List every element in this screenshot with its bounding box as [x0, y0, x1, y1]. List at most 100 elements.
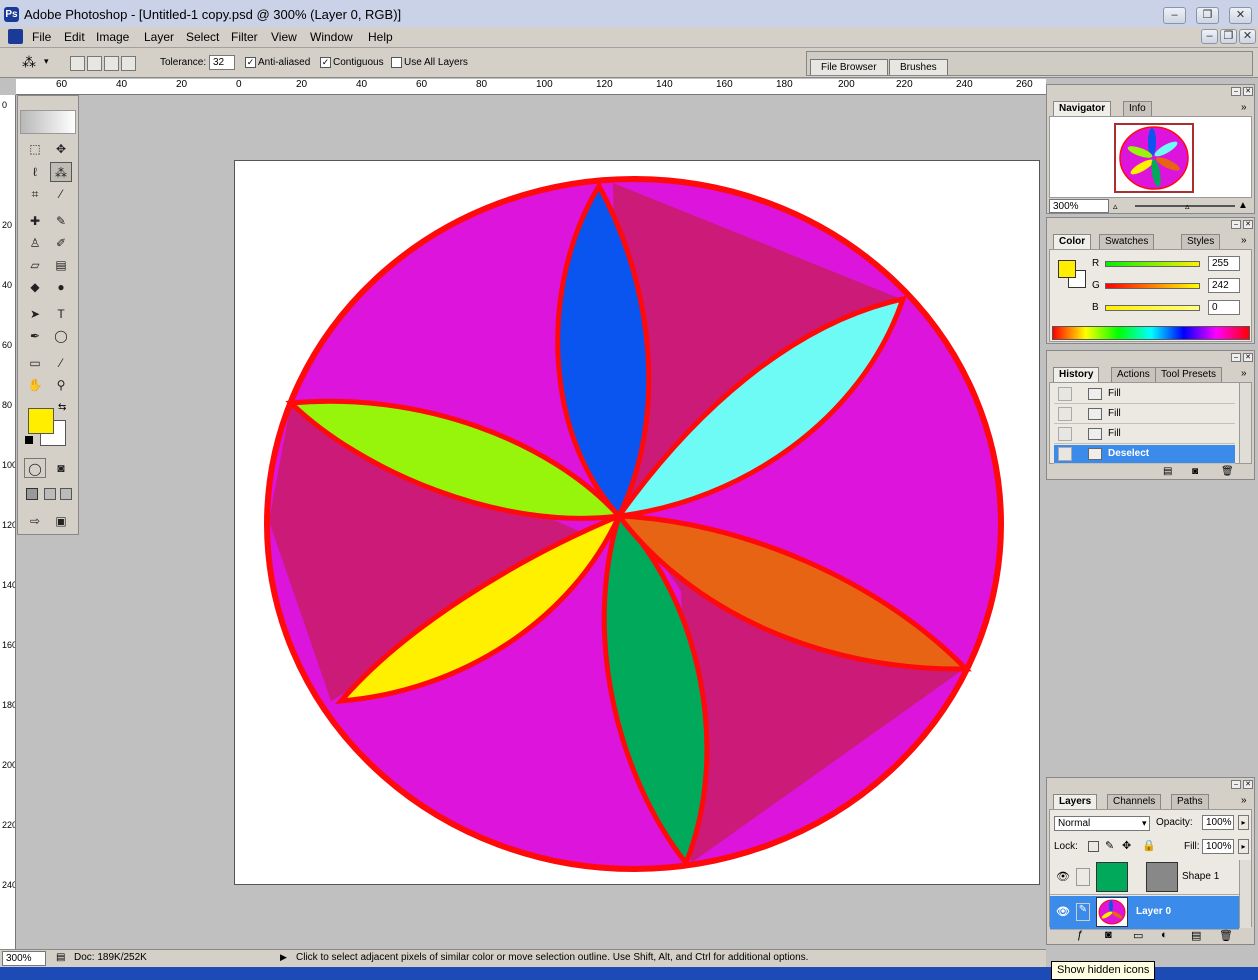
palette-close-icon[interactable]: ✕: [1243, 87, 1253, 96]
add-mask-icon[interactable]: ◙: [1105, 929, 1112, 941]
contiguous-checkbox[interactable]: ✓: [320, 57, 331, 68]
layer-row-layer-0[interactable]: 👁 ✎ Layer 0: [1050, 896, 1239, 930]
adjustment-layer-icon[interactable]: ◐: [1161, 929, 1168, 941]
doc-minimize-button[interactable]: –: [1201, 29, 1218, 44]
menu-view[interactable]: View: [271, 30, 297, 44]
palette-minimize-icon[interactable]: –: [1231, 353, 1241, 362]
color-foreground-swatch[interactable]: [1058, 260, 1076, 278]
intersect-selection-button[interactable]: [121, 56, 136, 71]
status-menu-arrow-icon[interactable]: ▶: [280, 952, 287, 963]
palette-minimize-icon[interactable]: –: [1231, 780, 1241, 789]
imageready-icon[interactable]: ▣: [50, 511, 72, 531]
new-group-icon[interactable]: ▭: [1133, 929, 1143, 942]
menu-filter[interactable]: Filter: [231, 30, 258, 44]
fill-input[interactable]: 100%: [1202, 839, 1234, 854]
palette-close-icon[interactable]: ✕: [1243, 780, 1253, 789]
eyedropper-tool-icon[interactable]: ⁄: [50, 353, 72, 373]
layers-scrollbar[interactable]: [1239, 860, 1251, 928]
lock-all-icon[interactable]: 🔒: [1142, 839, 1156, 852]
green-value-input[interactable]: 242: [1208, 278, 1240, 293]
blend-mode-dropdown-icon[interactable]: ▾: [1142, 818, 1147, 829]
palette-menu-icon[interactable]: »: [1241, 368, 1247, 379]
standard-mode-icon[interactable]: ◯: [24, 458, 46, 478]
lock-position-icon[interactable]: ✥: [1122, 839, 1131, 852]
palette-minimize-icon[interactable]: –: [1231, 87, 1241, 96]
tolerance-input[interactable]: 32: [209, 55, 235, 70]
dodge-tool-icon[interactable]: ●: [50, 277, 72, 297]
zoom-out-icon[interactable]: ▵: [1113, 201, 1118, 212]
tab-history[interactable]: History: [1053, 367, 1100, 382]
navigator-thumbnail[interactable]: [1114, 123, 1194, 193]
menu-select[interactable]: Select: [186, 30, 219, 44]
standard-screen-mode-icon[interactable]: [26, 488, 38, 500]
opacity-slider-button[interactable]: ▸: [1238, 815, 1249, 830]
menu-image[interactable]: Image: [96, 30, 129, 44]
magic-wand-tool-icon[interactable]: ⁂: [50, 162, 72, 182]
opacity-input[interactable]: 100%: [1202, 815, 1234, 830]
history-item[interactable]: Fill: [1054, 425, 1235, 444]
menu-file[interactable]: File: [32, 30, 51, 44]
tab-navigator[interactable]: Navigator: [1053, 101, 1112, 116]
history-item-selected[interactable]: Deselect: [1054, 445, 1235, 464]
blend-mode-select[interactable]: Normal: [1054, 816, 1150, 831]
history-brush-source-box[interactable]: [1058, 427, 1072, 441]
doc-restore-button[interactable]: ❐: [1220, 29, 1237, 44]
layer-row-shape-1[interactable]: 👁 Shape 1: [1050, 861, 1239, 895]
blue-value-input[interactable]: 0: [1208, 300, 1240, 315]
healing-brush-tool-icon[interactable]: ✚: [24, 211, 46, 231]
document-icon[interactable]: [8, 29, 23, 44]
blue-slider[interactable]: [1105, 305, 1200, 311]
palette-menu-icon[interactable]: »: [1241, 795, 1247, 806]
lock-transparent-icon[interactable]: [1088, 841, 1099, 852]
close-button[interactable]: ✕: [1229, 7, 1252, 24]
zoom-in-icon[interactable]: ▲: [1238, 200, 1248, 211]
menu-layer[interactable]: Layer: [144, 30, 174, 44]
palette-close-icon[interactable]: ✕: [1243, 220, 1253, 229]
full-screen-menu-mode-icon[interactable]: [44, 488, 56, 500]
tab-layers[interactable]: Layers: [1053, 794, 1098, 809]
delete-layer-icon[interactable]: 🗑: [1219, 929, 1233, 942]
default-colors-icon[interactable]: [25, 436, 33, 444]
tab-paths[interactable]: Paths: [1171, 794, 1209, 809]
tab-brushes[interactable]: Brushes: [889, 59, 948, 75]
menu-edit[interactable]: Edit: [64, 30, 85, 44]
tab-info[interactable]: Info: [1123, 101, 1152, 116]
move-tool-icon[interactable]: ✥: [50, 139, 72, 159]
history-brush-source-box[interactable]: [1058, 387, 1072, 401]
crop-tool-icon[interactable]: ⌗: [24, 184, 46, 204]
pen-tool-icon[interactable]: ✒: [24, 326, 46, 346]
blur-tool-icon[interactable]: ◆: [24, 277, 46, 297]
gradient-tool-icon[interactable]: ▤: [50, 255, 72, 275]
status-zoom-input[interactable]: 300%: [2, 951, 46, 966]
layer-brush-icon[interactable]: ✎: [1076, 903, 1090, 921]
history-item[interactable]: Fill: [1054, 385, 1235, 404]
delete-state-icon[interactable]: 🗑: [1221, 466, 1234, 477]
restore-button[interactable]: ❐: [1196, 7, 1219, 24]
history-brush-source-box[interactable]: [1058, 447, 1072, 461]
history-scrollbar[interactable]: [1239, 383, 1251, 463]
red-slider[interactable]: [1105, 261, 1200, 267]
zoom-slider-thumb[interactable]: ▵: [1185, 201, 1190, 212]
hand-tool-icon[interactable]: ✋: [24, 375, 46, 395]
swap-colors-icon[interactable]: ⇆: [58, 402, 66, 413]
clone-stamp-tool-icon[interactable]: ♙: [24, 233, 46, 253]
new-snapshot-icon[interactable]: ◙: [1192, 466, 1198, 477]
fill-slider-button[interactable]: ▸: [1238, 839, 1249, 854]
minimize-button[interactable]: –: [1163, 7, 1186, 24]
tab-tool-presets[interactable]: Tool Presets: [1155, 367, 1223, 382]
layer-style-icon[interactable]: ƒ: [1077, 929, 1083, 941]
lock-image-icon[interactable]: ✎: [1105, 839, 1114, 852]
brush-tool-icon[interactable]: ✎: [50, 211, 72, 231]
type-tool-icon[interactable]: T: [50, 304, 72, 324]
new-selection-button[interactable]: [70, 56, 85, 71]
eraser-tool-icon[interactable]: ▱: [24, 255, 46, 275]
jump-to-imageready-icon[interactable]: ⇨: [24, 511, 46, 531]
tab-swatches[interactable]: Swatches: [1099, 234, 1155, 249]
visibility-eye-icon[interactable]: 👁: [1056, 905, 1070, 918]
tool-preset-dropdown-icon[interactable]: ▾: [44, 56, 49, 67]
navigator-zoom-input[interactable]: 300%: [1049, 199, 1109, 213]
tab-actions[interactable]: Actions: [1111, 367, 1156, 382]
new-layer-icon[interactable]: ▤: [1191, 929, 1201, 942]
marquee-tool-icon[interactable]: ⬚: [24, 139, 46, 159]
history-item[interactable]: Fill: [1054, 405, 1235, 424]
